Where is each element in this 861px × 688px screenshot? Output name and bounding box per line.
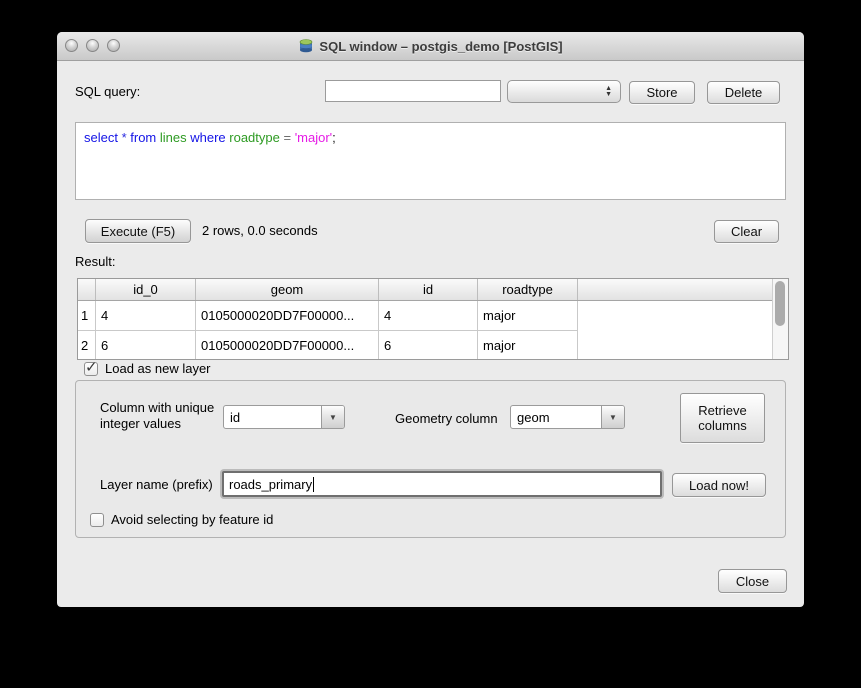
row-number: 2 — [78, 331, 96, 360]
delete-button[interactable]: Delete — [707, 81, 780, 104]
cell-id[interactable]: 4 — [379, 301, 478, 331]
sql-editor[interactable]: select * from lines where roadtype = 'ma… — [75, 122, 786, 200]
checkbox-label: Avoid selecting by feature id — [111, 512, 273, 527]
checkbox-label: Load as new layer — [105, 361, 211, 376]
sql-token: 'major' — [295, 130, 332, 145]
title-area: SQL window – postgis_demo [PostGIS] — [57, 32, 804, 60]
geometry-column-select[interactable]: geom ▼ — [510, 405, 625, 429]
unique-column-label: Column with unique integer values — [100, 400, 225, 432]
unique-column-select[interactable]: id ▼ — [223, 405, 345, 429]
query-name-input[interactable] — [325, 80, 501, 102]
scrollbar-thumb[interactable] — [775, 281, 785, 326]
execute-button[interactable]: Execute (F5) — [85, 219, 191, 243]
window-title: SQL window – postgis_demo [PostGIS] — [319, 39, 562, 54]
load-now-button[interactable]: Load now! — [672, 473, 766, 497]
cell-roadtype[interactable]: major — [478, 331, 578, 360]
cell-id0[interactable]: 4 — [96, 301, 196, 331]
cell-filler — [578, 331, 788, 360]
database-icon — [298, 38, 314, 54]
cell-id[interactable]: 6 — [379, 331, 478, 360]
unique-column-value: id — [224, 410, 321, 425]
cell-filler — [578, 301, 788, 331]
table-row[interactable]: 1 4 0105000020DD7F00000... 4 major — [78, 301, 788, 331]
checkbox-checked-icon[interactable] — [84, 362, 98, 376]
retrieve-columns-button[interactable]: Retrieve columns — [680, 393, 765, 443]
column-header-corner[interactable] — [78, 279, 96, 300]
column-header[interactable]: id — [379, 279, 478, 300]
chevron-down-icon[interactable]: ▼ — [601, 406, 624, 428]
geometry-column-value: geom — [511, 410, 601, 425]
stepper-arrows-icon: ▲▼ — [605, 86, 612, 98]
result-table-header: id_0 geom id roadtype — [78, 279, 788, 301]
geometry-column-label: Geometry column — [395, 411, 498, 426]
column-header[interactable]: geom — [196, 279, 379, 300]
sql-token: ; — [332, 130, 336, 145]
sql-token: where — [190, 130, 229, 145]
cell-roadtype[interactable]: major — [478, 301, 578, 331]
load-as-new-layer-checkbox[interactable]: Load as new layer — [84, 361, 211, 376]
table-scrollbar[interactable] — [772, 279, 788, 359]
layer-name-value: roads_primary — [229, 477, 312, 492]
row-number: 1 — [78, 301, 96, 331]
sql-query-label: SQL query: — [75, 84, 140, 99]
sql-token: select — [84, 130, 122, 145]
layer-name-label: Layer name (prefix) — [100, 477, 213, 492]
avoid-feature-id-checkbox[interactable]: Avoid selecting by feature id — [90, 512, 273, 527]
column-header[interactable]: id_0 — [96, 279, 196, 300]
cell-id0[interactable]: 6 — [96, 331, 196, 360]
sql-query-text: select * from lines where roadtype = 'ma… — [84, 130, 777, 145]
column-header-filler — [578, 279, 788, 300]
saved-query-select[interactable]: ▲▼ — [507, 80, 621, 103]
sql-token: * — [122, 130, 131, 145]
desktop-background: { "window": { "title": "SQL window – pos… — [0, 0, 861, 688]
result-table[interactable]: id_0 geom id roadtype 1 4 0105000020DD7F… — [77, 278, 789, 360]
column-header[interactable]: roadtype — [478, 279, 578, 300]
sql-token: from — [130, 130, 160, 145]
cell-geom[interactable]: 0105000020DD7F00000... — [196, 301, 379, 331]
store-button[interactable]: Store — [629, 81, 695, 104]
chevron-down-icon[interactable]: ▼ — [321, 406, 344, 428]
sql-window: SQL window – postgis_demo [PostGIS] SQL … — [57, 32, 804, 607]
close-button[interactable]: Close — [718, 569, 787, 593]
table-row[interactable]: 2 6 0105000020DD7F00000... 6 major — [78, 331, 788, 360]
query-status-text: 2 rows, 0.0 seconds — [202, 223, 318, 238]
cell-geom[interactable]: 0105000020DD7F00000... — [196, 331, 379, 360]
sql-token: lines — [160, 130, 190, 145]
result-label: Result: — [75, 254, 115, 269]
sql-token: roadtype — [229, 130, 283, 145]
sql-token: = — [283, 130, 294, 145]
checkbox-unchecked-icon[interactable] — [90, 513, 104, 527]
layer-name-input[interactable]: roads_primary — [222, 471, 662, 497]
title-bar[interactable]: SQL window – postgis_demo [PostGIS] — [57, 32, 804, 61]
text-caret — [313, 477, 314, 492]
clear-button[interactable]: Clear — [714, 220, 779, 243]
